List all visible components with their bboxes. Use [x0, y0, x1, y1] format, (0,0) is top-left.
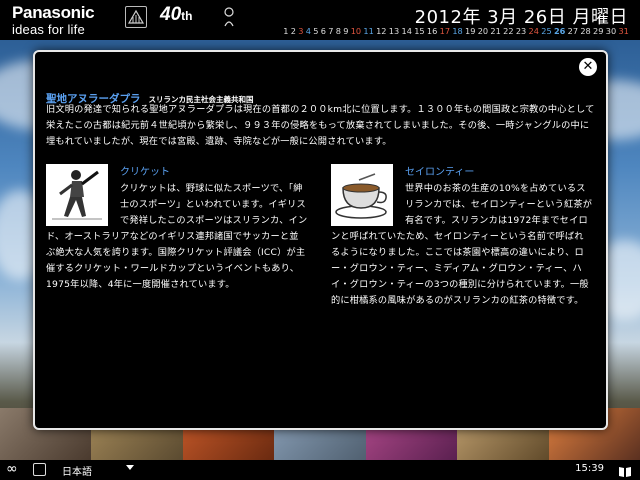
calendar-day-row[interactable]: 1 2 3 4 5 6 7 8 9 10 11 12 13 14 15 16 17 18 19 20 21 22 23 24 2…: [282, 26, 630, 36]
calendar-day[interactable]: 27: [566, 26, 579, 36]
calendar-day[interactable]: 10: [350, 26, 363, 36]
calendar-day[interactable]: 23: [515, 26, 528, 36]
calendar-day[interactable]: 14: [400, 26, 413, 36]
info-modal: ✕ 聖地アヌラーダプラ スリランカ民主社会主義共和国 旧文明の発達で知られる聖地ア…: [33, 50, 608, 430]
top-header-bar: Panasonic ideas for life 40th 2012年 3月 2…: [0, 0, 640, 40]
partner-logos: [125, 6, 147, 28]
calendar-day[interactable]: 13: [388, 26, 401, 36]
calendar-day[interactable]: 17: [438, 26, 451, 36]
calendar-day[interactable]: 4: [305, 26, 313, 36]
unesco-logo-icon: [125, 6, 147, 28]
calendar-day[interactable]: 8: [335, 26, 343, 36]
calendar-day[interactable]: 30: [605, 26, 618, 36]
modal-intro-text: 旧文明の発達で知られる聖地アヌラーダプラは現在の首都の２００km北に位置します。…: [46, 104, 595, 147]
calendar-day[interactable]: 3: [297, 26, 305, 36]
calendar-day[interactable]: 5: [312, 26, 320, 36]
brand-slogan: ideas for life: [12, 22, 85, 37]
calendar-day[interactable]: 20: [477, 26, 490, 36]
calendar-day[interactable]: 24: [527, 26, 540, 36]
clock-time: 15:39: [575, 463, 604, 474]
brand-name: Panasonic: [12, 3, 95, 22]
anniversary-mark: 40: [160, 4, 182, 25]
calendar-day[interactable]: 28: [579, 26, 592, 36]
calendar-day[interactable]: 9: [342, 26, 350, 36]
bottom-bar: ∞ 日本語 15:39: [0, 460, 640, 480]
brand-logo: Panasonic ideas for life: [12, 3, 95, 38]
cricket-section: クリケット クリケットは、野球に似たスポーツで、「紳士のスポーツ」といわれていま…: [46, 164, 308, 293]
chevron-down-icon[interactable]: [126, 465, 134, 470]
calendar-day[interactable]: 29: [592, 26, 605, 36]
close-icon[interactable]: ✕: [579, 58, 597, 76]
calendar-day[interactable]: 21: [489, 26, 502, 36]
book-icon[interactable]: [618, 463, 632, 477]
gallery-icon[interactable]: [33, 463, 46, 476]
language-select[interactable]: 日本語: [62, 463, 92, 478]
calendar-day[interactable]: 26: [553, 26, 567, 36]
calendar-day[interactable]: 19: [464, 26, 477, 36]
heritage-logo-icon: [222, 6, 236, 28]
anniversary-logo: 40th: [160, 4, 193, 25]
cricket-illustration: [46, 164, 108, 226]
calendar-day[interactable]: 1: [282, 26, 290, 36]
calendar-day[interactable]: 25: [540, 26, 553, 36]
calendar-day[interactable]: 16: [426, 26, 439, 36]
calendar-day[interactable]: 2: [290, 26, 298, 36]
infinity-icon[interactable]: ∞: [6, 461, 18, 477]
calendar-day[interactable]: 15: [413, 26, 426, 36]
calendar-day[interactable]: 31: [617, 26, 630, 36]
calendar-day[interactable]: 6: [320, 26, 328, 36]
calendar-day[interactable]: 7: [327, 26, 335, 36]
ceylon-tea-section: セイロンティー 世界中のお茶の生産の10%を占めているスリランカでは、セイロンテ…: [331, 164, 593, 309]
tea-cup-illustration: [331, 164, 393, 226]
calendar-day[interactable]: 11: [362, 26, 375, 36]
calendar-day[interactable]: 18: [451, 26, 464, 36]
calendar-day[interactable]: 12: [375, 26, 388, 36]
calendar-day[interactable]: 22: [502, 26, 515, 36]
